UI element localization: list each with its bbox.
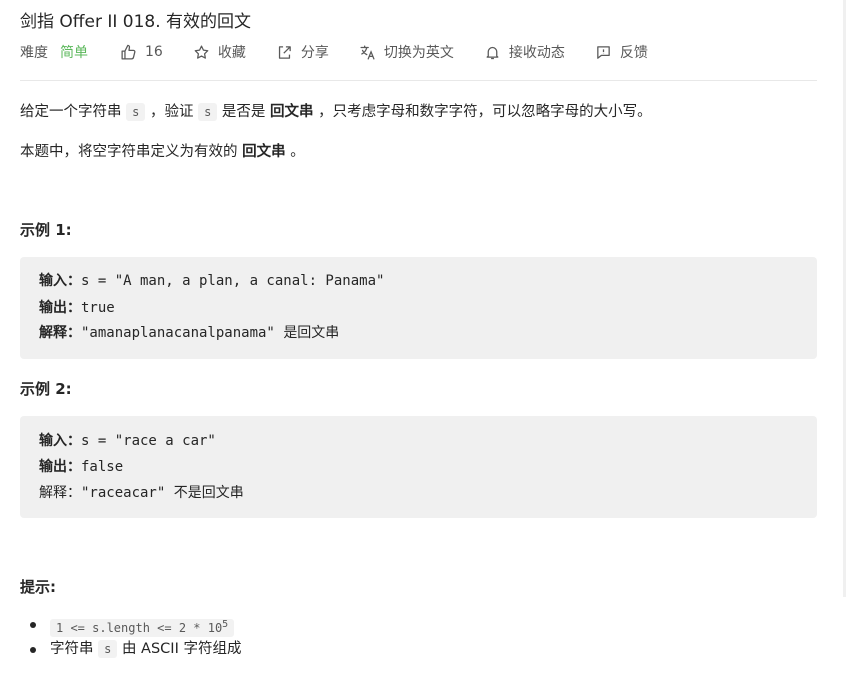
page-title: 剑指 Offer II 018. 有效的回文 [20,12,252,32]
example-1-explanation: 解释："amanaplanacanalpanama" 是回文串 [39,325,340,341]
like-button[interactable]: 16 [120,44,163,61]
switch-language-label: 切换为英文 [383,45,454,61]
example-2-output: 输出：false [39,459,124,475]
bold-term: 回文串 [242,144,286,160]
description-paragraph-2: 本题中，将空字符串定义为有效的 回文串 。 [20,144,305,160]
share-button[interactable]: 分享 [276,42,329,62]
notify-label: 接收动态 [508,45,565,61]
example-1-code-block: 输入：s = "A man, a plan, a canal: Panama" … [20,257,817,359]
feedback-button[interactable]: 反馈 [595,42,648,62]
difficulty-label: 难度 [20,45,48,61]
description-paragraph-1: 给定一个字符串 s ，验证 s 是否是 回文串 ，只考虑字母和数字字符，可以忽略… [20,103,652,121]
star-icon [194,44,209,59]
inline-code: s [198,103,218,121]
bold-term: 回文串 [270,104,314,120]
inline-code: s [126,103,146,121]
favorite-button[interactable]: 收藏 [193,42,246,62]
share-icon [278,45,291,59]
header-divider [20,80,817,81]
example-1-input: 输入：s = "A man, a plan, a canal: Panama" [39,273,385,289]
list-item: 1 <= s.length <= 2 * 105 [29,612,241,637]
difficulty-badge: 简单 [60,45,88,61]
example-2-explanation: 解释："raceacar" 不是回文串 [39,485,244,501]
list-item: 字符串 s 由 ASCII 字符组成 [29,637,241,662]
example-2-code-block: 输入：s = "race a car" 输出：false 解释："raceaca… [20,416,817,518]
feedback-label: 反馈 [619,45,648,61]
example-1-output: 输出：true [39,300,115,316]
problem-meta-bar: 难度 简单 16 收藏 分享 切换为英文 接收动态 反馈 [20,42,678,62]
hints-heading: 提示: [20,578,56,596]
inline-code: 1 <= s.length <= 2 * 105 [50,619,235,637]
share-label: 分享 [300,45,329,61]
example-2-input: 输入：s = "race a car" [39,433,216,449]
hints-list: 1 <= s.length <= 2 * 105 字符串 s 由 ASCII 字… [20,612,241,662]
example-1-heading: 示例 1: [20,221,72,239]
favorite-label: 收藏 [217,45,246,61]
example-2-heading: 示例 2: [20,380,72,398]
bell-icon [486,46,499,59]
inline-code: s [98,640,118,658]
switch-language-button[interactable]: 切换为英文 [359,42,454,62]
thumbs-up-icon [121,44,136,60]
notify-button[interactable]: 接收动态 [484,42,565,62]
feedback-icon [597,45,610,59]
translate-icon [360,44,375,60]
like-count: 16 [145,44,163,60]
